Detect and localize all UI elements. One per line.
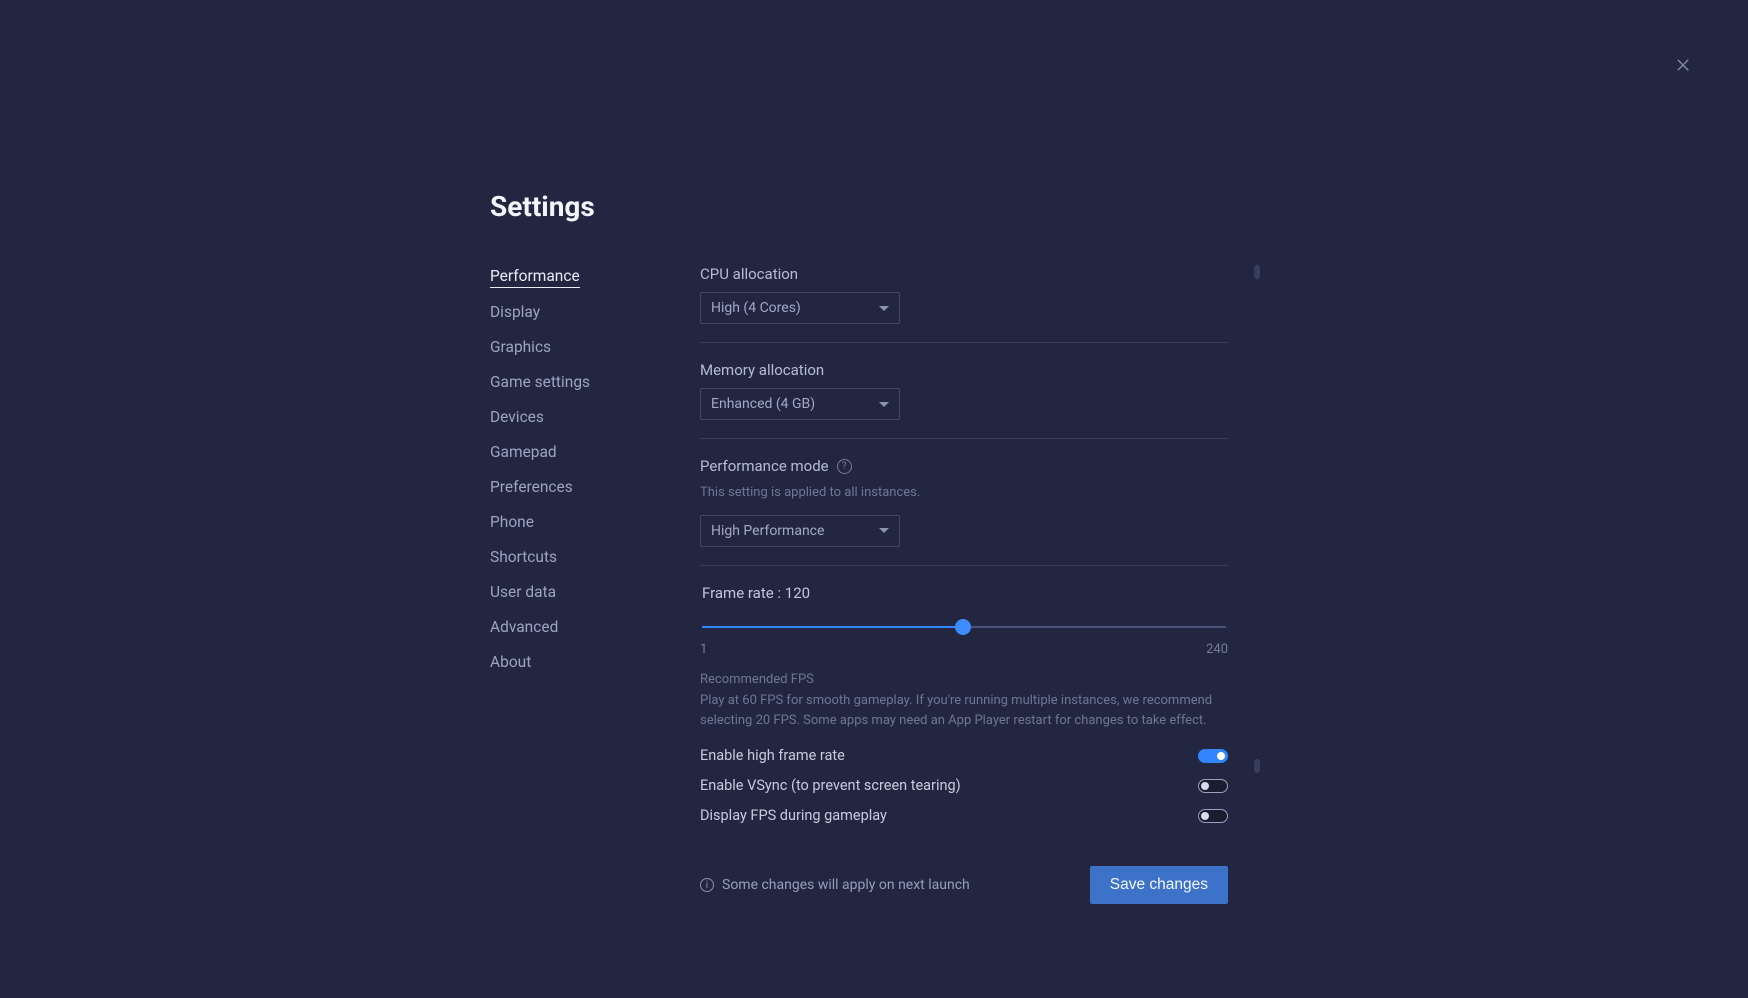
settings-panel: Settings Performance Display Graphics Ga… [490, 190, 1260, 904]
recommended-fps-body: Play at 60 FPS for smooth gameplay. If y… [700, 691, 1228, 731]
toggle-knob [1201, 812, 1209, 820]
save-changes-button[interactable]: Save changes [1090, 866, 1228, 904]
performance-mode-label: Performance mode ? [700, 457, 1228, 475]
info-icon: i [700, 878, 714, 892]
sidebar-item-game-settings[interactable]: Game settings [490, 373, 590, 393]
toggle-vsync-row: Enable VSync (to prevent screen tearing) [700, 777, 1228, 794]
sidebar-item-gamepad[interactable]: Gamepad [490, 443, 557, 463]
help-icon[interactable]: ? [837, 459, 852, 474]
performance-mode-value: High Performance [711, 523, 824, 539]
settings-content: CPU allocation High (4 Cores) Memory all… [700, 265, 1260, 904]
sidebar-item-user-data[interactable]: User data [490, 583, 556, 603]
caret-down-icon [879, 528, 889, 533]
toggle-knob [1217, 752, 1225, 760]
slider-track-filled [702, 626, 965, 628]
sidebar-item-preferences[interactable]: Preferences [490, 478, 573, 498]
sidebar-item-advanced[interactable]: Advanced [490, 618, 558, 638]
toggle-fps-display[interactable] [1198, 809, 1228, 823]
toggle-knob [1201, 782, 1209, 790]
frame-rate-slider[interactable]: 1 240 [700, 622, 1228, 658]
frame-rate-label: Frame rate : 120 [702, 584, 1228, 602]
sidebar-item-devices[interactable]: Devices [490, 408, 544, 428]
footer: i Some changes will apply on next launch… [700, 866, 1228, 904]
cpu-section: CPU allocation High (4 Cores) [700, 265, 1228, 343]
toggle-high-frame-label: Enable high frame rate [700, 747, 845, 764]
caret-down-icon [879, 402, 889, 407]
footer-note-text: Some changes will apply on next launch [722, 877, 970, 893]
slider-ticks: 1 240 [700, 642, 1228, 657]
close-icon [1674, 56, 1692, 74]
cpu-select-value: High (4 Cores) [711, 300, 801, 316]
page-title: Settings [490, 190, 1260, 223]
frame-rate-section: Frame rate : 120 1 240 Recommended FPS P… [700, 584, 1228, 824]
slider-max: 240 [1206, 642, 1228, 657]
scrollbar-top[interactable] [1254, 265, 1260, 279]
memory-label: Memory allocation [700, 361, 1228, 379]
frame-rate-value: 120 [785, 584, 810, 602]
toggle-fps-display-row: Display FPS during gameplay [700, 807, 1228, 824]
toggle-high-frame-row: Enable high frame rate [700, 747, 1228, 764]
recommended-fps-title: Recommended FPS [700, 672, 1228, 687]
memory-select-value: Enhanced (4 GB) [711, 396, 815, 412]
slider-min: 1 [700, 642, 707, 657]
sidebar-item-display[interactable]: Display [490, 303, 540, 323]
performance-mode-note: This setting is applied to all instances… [700, 484, 1228, 503]
performance-mode-select[interactable]: High Performance [700, 515, 900, 547]
sidebar-item-graphics[interactable]: Graphics [490, 338, 551, 358]
performance-mode-section: Performance mode ? This setting is appli… [700, 457, 1228, 566]
cpu-label: CPU allocation [700, 265, 1228, 283]
sidebar-item-about[interactable]: About [490, 653, 531, 673]
cpu-select[interactable]: High (4 Cores) [700, 292, 900, 324]
caret-down-icon [879, 306, 889, 311]
toggle-vsync[interactable] [1198, 779, 1228, 793]
performance-mode-label-text: Performance mode [700, 457, 829, 475]
toggle-vsync-label: Enable VSync (to prevent screen tearing) [700, 777, 961, 794]
memory-section: Memory allocation Enhanced (4 GB) [700, 361, 1228, 439]
sidebar-item-phone[interactable]: Phone [490, 513, 534, 533]
settings-sidebar: Performance Display Graphics Game settin… [490, 265, 700, 673]
footer-note: i Some changes will apply on next launch [700, 877, 970, 893]
scrollbar-bottom[interactable] [1254, 759, 1260, 773]
slider-handle[interactable] [955, 619, 971, 635]
sidebar-item-shortcuts[interactable]: Shortcuts [490, 548, 557, 568]
sidebar-item-performance[interactable]: Performance [490, 267, 580, 288]
frame-rate-label-prefix: Frame rate : [702, 584, 785, 602]
memory-select[interactable]: Enhanced (4 GB) [700, 388, 900, 420]
toggle-fps-display-label: Display FPS during gameplay [700, 807, 887, 824]
toggle-high-frame[interactable] [1198, 749, 1228, 763]
close-button[interactable] [1670, 52, 1696, 78]
